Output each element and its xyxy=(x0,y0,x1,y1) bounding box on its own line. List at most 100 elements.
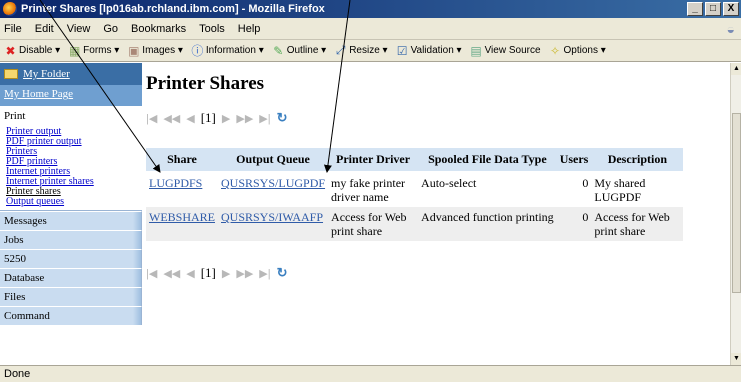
page-number: [1] xyxy=(200,110,216,125)
outline-label: Outline ▾ xyxy=(286,45,327,56)
previous-page-icon[interactable]: ◀ xyxy=(186,112,194,125)
forms-menu[interactable]: ▦ Forms ▾ xyxy=(68,44,119,58)
scroll-down-icon[interactable]: ▼ xyxy=(731,353,741,365)
my-folder-label: My Folder xyxy=(23,68,70,80)
resize-icon: ⤢ xyxy=(335,43,346,57)
share-name-link[interactable]: LUGPDFS xyxy=(146,172,218,207)
status-bar: Done xyxy=(0,365,741,382)
window-title-bar: Printer Shares [lp016ab.rchland.ibm.com]… xyxy=(0,0,741,18)
refresh-icon[interactable]: ↻ xyxy=(277,110,288,126)
forms-label: Forms ▾ xyxy=(83,45,120,56)
disable-icon: ✖ xyxy=(5,43,16,58)
last-page-icon[interactable]: ▶| xyxy=(259,112,270,125)
throbber-icon: ◒ xyxy=(726,21,735,37)
my-home-page-link[interactable]: My Home Page xyxy=(0,85,142,106)
table-row: LUGPDFS QUSRSYS/LUGPDF my fake printer d… xyxy=(146,172,683,207)
view-source-icon: ▤ xyxy=(470,43,482,58)
users-cell: 0 xyxy=(582,176,589,190)
printer-driver-cell: Access for Web print share xyxy=(328,207,419,241)
next-block-icon[interactable]: ▶▶ xyxy=(236,267,253,280)
pager-bottom: |◀ ◀◀ ◀ [1] ▶ ▶▶ ▶| ↻ xyxy=(146,265,288,281)
next-page-icon[interactable]: ▶ xyxy=(222,112,230,125)
left-navigation: My Folder My Home Page Print Printer out… xyxy=(0,63,142,365)
maximize-button[interactable]: □ xyxy=(705,2,721,16)
first-page-icon[interactable]: |◀ xyxy=(146,267,157,280)
data-type-cell: Auto-select xyxy=(421,176,477,190)
menu-view[interactable]: View xyxy=(67,23,91,35)
folder-icon xyxy=(4,69,18,79)
disable-menu[interactable]: ✖ Disable ▾ xyxy=(4,44,60,58)
validation-label: Validation ▾ xyxy=(410,45,462,56)
menu-bar: File Edit View Go Bookmarks Tools Help ◒ xyxy=(0,18,741,40)
outline-menu[interactable]: ✎ Outline ▾ xyxy=(272,44,326,58)
menu-file[interactable]: File xyxy=(4,23,22,35)
previous-page-icon[interactable]: ◀ xyxy=(186,267,194,280)
next-page-icon[interactable]: ▶ xyxy=(222,267,230,280)
users-cell: 0 xyxy=(556,207,592,241)
information-label: Information ▾ xyxy=(205,45,264,56)
previous-block-icon[interactable]: ◀◀ xyxy=(163,267,180,280)
minimize-button[interactable]: _ xyxy=(687,2,703,16)
output-queue-link[interactable]: QUSRSYS/LUGPDF xyxy=(218,172,328,207)
column-header-output-queue[interactable]: Output Queue xyxy=(218,148,329,173)
menu-help[interactable]: Help xyxy=(238,23,261,35)
resize-menu[interactable]: ⤢ Resize ▾ xyxy=(334,43,388,58)
validation-menu[interactable]: ☑ Validation ▾ xyxy=(396,44,462,58)
column-header-description[interactable]: Description xyxy=(591,148,684,173)
window-controls: _ □ X xyxy=(687,2,739,16)
resize-label: Resize ▾ xyxy=(349,45,388,56)
web-developer-toolbar: ✖ Disable ▾ ▦ Forms ▾ ▣ Images ▾ ⓘ Informati… xyxy=(0,40,741,62)
last-page-icon[interactable]: ▶| xyxy=(259,267,270,280)
first-page-icon[interactable]: |◀ xyxy=(146,112,157,125)
nav-section-database[interactable]: Database xyxy=(0,268,142,287)
share-name-link[interactable]: WEBSHARE xyxy=(146,207,218,241)
page-number: [1] xyxy=(200,265,216,280)
disable-label: Disable ▾ xyxy=(19,45,61,56)
column-header-share[interactable]: Share xyxy=(146,148,218,173)
menu-edit[interactable]: Edit xyxy=(35,23,54,35)
view-source-button[interactable]: ▤ View Source xyxy=(470,43,541,58)
description-cell: Access for Web print share xyxy=(591,207,684,241)
window-title: Printer Shares [lp016ab.rchland.ibm.com]… xyxy=(21,3,325,15)
output-queue-link[interactable]: QUSRSYS/IWAAFP xyxy=(218,207,329,241)
pager-top: |◀ ◀◀ ◀ [1] ▶ ▶▶ ▶| ↻ xyxy=(146,110,288,126)
scrollbar-thumb[interactable] xyxy=(732,113,741,293)
next-block-icon[interactable]: ▶▶ xyxy=(236,112,253,125)
nav-section-messages[interactable]: Messages xyxy=(0,211,142,230)
images-menu[interactable]: ▣ Images ▾ xyxy=(127,44,183,58)
page-title: Printer Shares xyxy=(146,73,265,94)
information-menu[interactable]: ⓘ Information ▾ xyxy=(191,42,264,59)
view-source-label: View Source xyxy=(484,45,541,56)
column-header-data-type[interactable]: Spooled File Data Type xyxy=(418,148,557,173)
print-submenu: Printer output PDF printer output Printe… xyxy=(0,125,142,211)
firefox-icon xyxy=(3,2,17,16)
nav-section-command[interactable]: Command xyxy=(0,306,142,325)
options-label: Options ▾ xyxy=(563,45,606,56)
menu-tools[interactable]: Tools xyxy=(199,23,225,35)
previous-block-icon[interactable]: ◀◀ xyxy=(163,112,180,125)
nav-section-files[interactable]: Files xyxy=(0,287,142,306)
main-content: Printer Shares |◀ ◀◀ ◀ [1] ▶ ▶▶ ▶| ↻ Sha… xyxy=(142,63,730,365)
information-icon: ⓘ xyxy=(191,44,204,58)
vertical-scrollbar[interactable]: ▲ ▼ xyxy=(730,63,741,365)
nav-section-print[interactable]: Print xyxy=(0,106,142,125)
images-label: Images ▾ xyxy=(142,45,183,56)
description-cell: My shared LUGPDF xyxy=(594,176,646,204)
options-menu[interactable]: ✧ Options ▾ xyxy=(549,44,606,58)
table-header-row: Share Output Queue Printer Driver Spoole… xyxy=(146,148,684,173)
status-text: Done xyxy=(4,368,31,380)
scroll-up-icon[interactable]: ▲ xyxy=(731,63,741,75)
menu-go[interactable]: Go xyxy=(103,23,118,35)
column-header-printer-driver[interactable]: Printer Driver xyxy=(328,148,419,173)
options-icon: ✧ xyxy=(550,43,561,58)
my-folder-link[interactable]: My Folder xyxy=(0,63,142,85)
column-header-users[interactable]: Users xyxy=(556,148,592,173)
menu-bookmarks[interactable]: Bookmarks xyxy=(131,23,186,35)
validation-icon: ☑ xyxy=(396,43,408,58)
nav-section-jobs[interactable]: Jobs xyxy=(0,230,142,249)
close-button[interactable]: X xyxy=(723,2,739,16)
nav-section-5250[interactable]: 5250 xyxy=(0,249,142,268)
forms-icon: ▦ xyxy=(68,43,81,58)
nav-item-output-queues[interactable]: Output queues xyxy=(6,197,142,207)
refresh-icon[interactable]: ↻ xyxy=(277,265,288,281)
